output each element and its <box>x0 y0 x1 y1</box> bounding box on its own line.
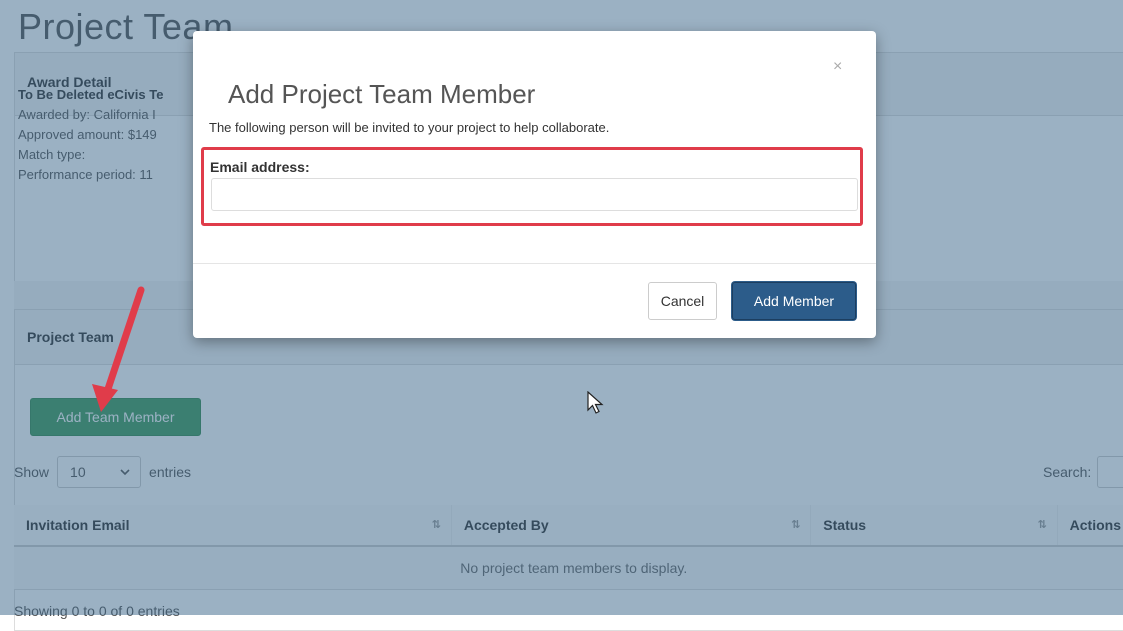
cancel-button[interactable]: Cancel <box>648 282 717 320</box>
modal-title: Add Project Team Member <box>228 79 536 109</box>
close-icon[interactable]: × <box>827 57 848 77</box>
email-field[interactable] <box>211 178 858 211</box>
modal-footer-divider <box>193 263 876 264</box>
add-member-modal: × Add Project Team Member The following … <box>193 31 876 338</box>
mouse-pointer-icon <box>587 391 604 414</box>
modal-description: The following person will be invited to … <box>209 120 610 135</box>
email-label: Email address: <box>210 159 310 175</box>
add-member-button[interactable]: Add Member <box>732 282 856 320</box>
